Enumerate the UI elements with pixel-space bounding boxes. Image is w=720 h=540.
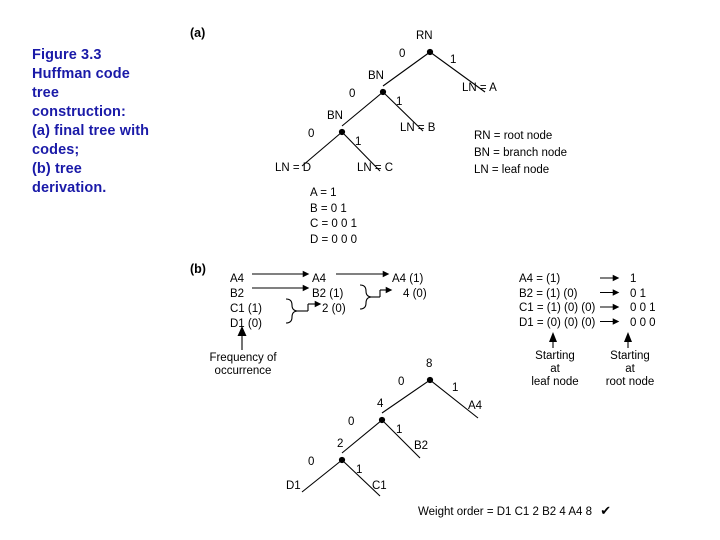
weight-node-root: 8	[426, 358, 433, 370]
caption-line-3: tree	[32, 85, 59, 101]
code-build-arrows-graphic	[600, 274, 620, 325]
starting-leaf-note-line-2: at	[550, 363, 560, 375]
weight-order-text: Weight order = D1 C1 2 B2 4 A4 8	[418, 506, 592, 518]
starting-root-note-line-2: at	[625, 363, 635, 375]
root-node-pointer-arrow	[624, 332, 632, 348]
edge-label-a-3: 0	[349, 88, 356, 100]
caption-line-1: Figure 3.3	[32, 47, 102, 63]
weight-leaf-c1: C1	[372, 480, 387, 492]
node-label-leaf-a: LN = A	[462, 82, 497, 94]
weight-edge-label-5: 0	[308, 456, 315, 468]
starting-leaf-note-line-3: leaf node	[531, 376, 579, 388]
code-build-row-1-left: A4 = (1)	[519, 273, 561, 285]
leaf-node-pointer-arrow	[549, 332, 557, 348]
frequency-note-line-1: Frequency of	[209, 352, 277, 364]
section-label-b: (b)	[190, 262, 206, 276]
weight-edge-label-6: 1	[356, 464, 363, 476]
legend-item-bn: BN = branch node	[474, 147, 568, 159]
weight-leaf-d1: D1	[286, 480, 301, 492]
edge-label-a-5: 0	[308, 128, 315, 140]
figure-canvas: Figure 3.3 Huffman code tree constructio…	[0, 0, 720, 540]
caption-line-8: derivation.	[32, 180, 107, 196]
node-label-leaf-c: LN = C	[357, 162, 394, 174]
frequency-note-line-2: occurrence	[214, 365, 272, 377]
edge-label-a-4: 1	[396, 96, 403, 108]
weight-leaf-b2: B2	[414, 440, 429, 452]
weight-node-2: 2	[337, 438, 344, 450]
code-build-row-1-right: 1	[630, 273, 637, 285]
starting-root-note-line-3: root node	[605, 376, 655, 388]
legend-item-ln: LN = leaf node	[474, 164, 550, 176]
weight-order-line: Weight order = D1 C1 2 B2 4 A4 8 ✔	[418, 503, 611, 519]
code-c: C = 0 0 1	[310, 218, 357, 230]
code-build-row-2-left: B2 = (1) (0)	[519, 287, 578, 300]
weight-edge-label-2: 1	[452, 382, 459, 394]
code-build-right-column: 1 0 1 0 0 1 0 0 0	[630, 272, 656, 330]
caption-line-7: (b) tree	[32, 161, 82, 177]
node-label-leaf-b: LN = B	[400, 122, 436, 134]
code-build-row-3-right: 0 0 1	[630, 302, 656, 314]
weight-edge-label-1: 0	[398, 376, 405, 388]
code-build-left-column: A4 = (1) B2 = (1) (0) C1 = (1) (0) (0) D…	[519, 272, 595, 330]
derivation-arrows-graphic	[252, 270, 393, 324]
weight-edge-label-4: 1	[396, 424, 403, 436]
code-b: B = 0 1	[310, 202, 347, 215]
node-label-bn-2: BN	[327, 110, 343, 122]
code-a: A = 1	[310, 187, 337, 199]
part-a-legend: RN = root node BN = branch node LN = lea…	[474, 128, 567, 179]
starting-root-note: Starting at root node	[590, 350, 670, 389]
code-build-row-4-left: D1 = (0) (0) (0)	[519, 316, 596, 329]
starting-root-note-line-1: Starting	[610, 350, 650, 362]
caption-line-5: (a) final tree with	[32, 123, 150, 139]
edge-label-a-6: 1	[355, 136, 362, 148]
figure-caption: Figure 3.3 Huffman code tree constructio…	[32, 46, 192, 198]
edge-label-a-2: 1	[450, 54, 457, 66]
code-build-row-3-left: C1 = (1) (0) (0)	[519, 302, 596, 314]
legend-item-rn: RN = root node	[474, 130, 553, 142]
node-label-leaf-d: LN = D	[275, 162, 312, 174]
weight-tree-graphic	[301, 376, 479, 497]
edge-label-a-1: 0	[399, 48, 406, 60]
code-build-row-2-right: 0 1	[630, 287, 646, 300]
starting-leaf-note: Starting at leaf node	[515, 350, 595, 389]
weight-node-4: 4	[377, 398, 384, 410]
starting-leaf-note-line-1: Starting	[535, 350, 575, 362]
frequency-note: Frequency of occurrence	[198, 352, 288, 378]
code-d: D = 0 0 0	[310, 233, 357, 246]
caption-line-4: construction:	[32, 104, 126, 120]
frequency-pointer-arrow	[237, 326, 247, 350]
weight-leaf-a4: A4	[468, 400, 483, 412]
caption-line-6: codes;	[32, 142, 80, 158]
caption-line-2: Huffman code	[32, 66, 130, 82]
check-icon: ✔	[600, 503, 612, 518]
code-build-row-4-right: 0 0 0	[630, 316, 656, 329]
node-label-bn-1: BN	[368, 70, 384, 82]
part-a-code-list: A = 1 B = 0 1 C = 0 0 1 D = 0 0 0	[310, 186, 357, 248]
section-label-a: (a)	[190, 26, 206, 40]
weight-edge-label-3: 0	[348, 416, 355, 428]
node-label-rn: RN	[416, 30, 433, 42]
